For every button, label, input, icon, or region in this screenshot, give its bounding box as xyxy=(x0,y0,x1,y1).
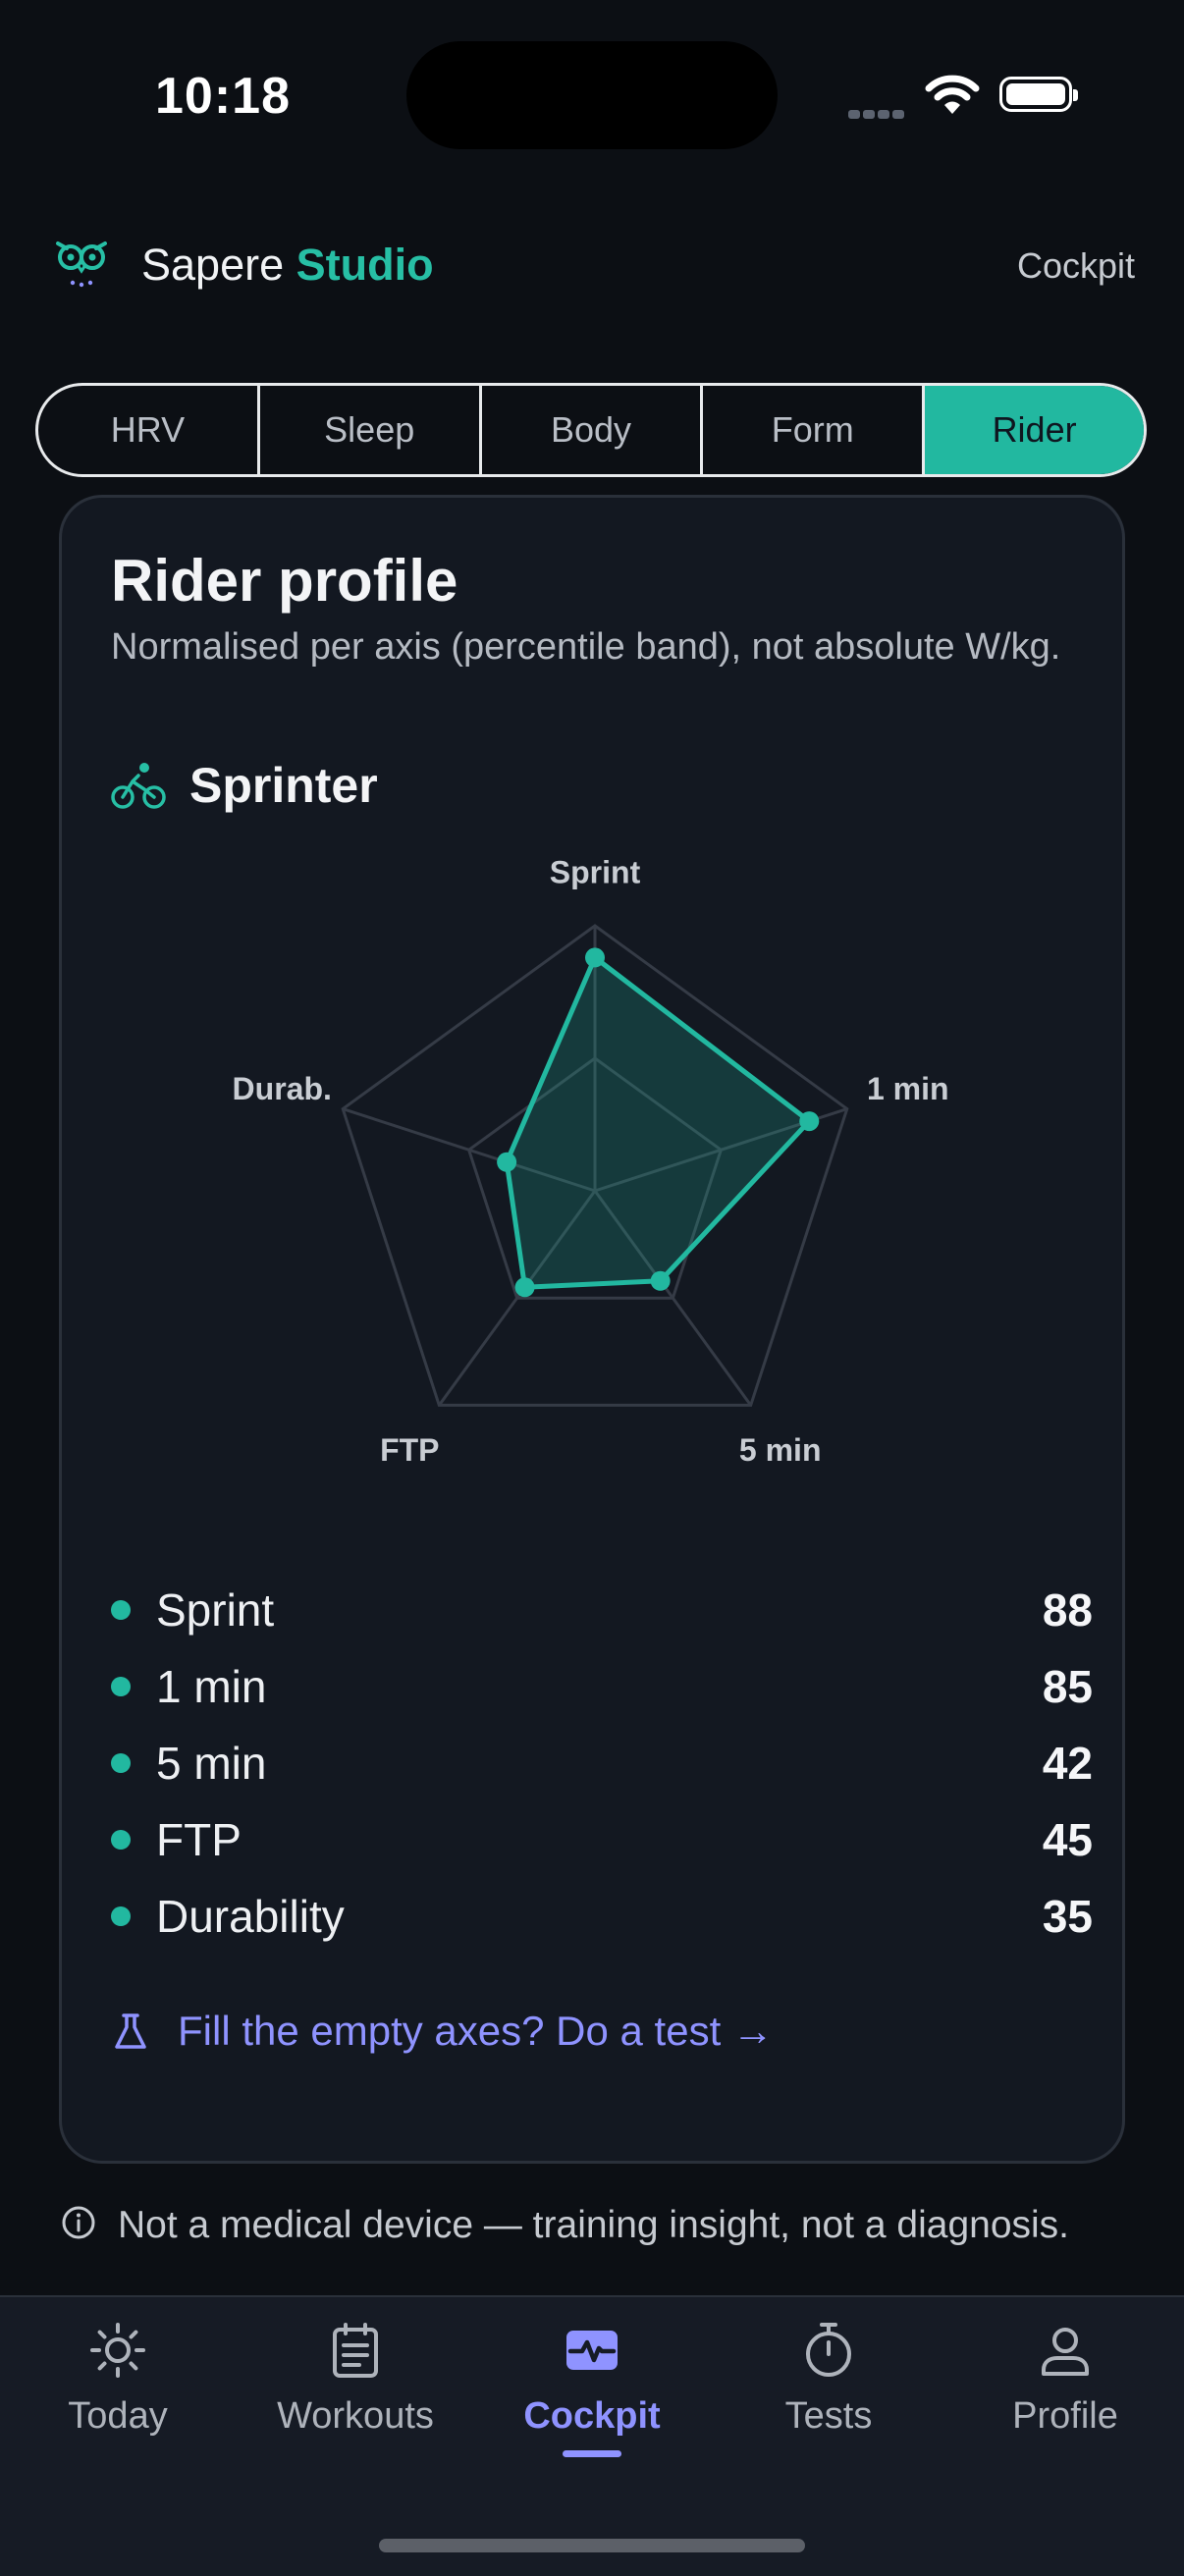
metrics-list: Sprint 88 1 min 85 5 min 42 FTP 45 Durab… xyxy=(111,1578,1093,1960)
nav-cockpit[interactable]: Cockpit xyxy=(494,2319,690,2438)
nav-label: Tests xyxy=(784,2395,873,2437)
app-brand: Sapere Studio xyxy=(141,240,434,291)
nav-profile[interactable]: Profile xyxy=(967,2319,1163,2438)
status-bar: 10:18 xyxy=(0,0,1184,196)
owl-logo-icon xyxy=(56,242,107,288)
battery-icon xyxy=(999,77,1078,112)
brand-accent: Studio xyxy=(296,240,434,290)
metric-row: Durability 35 xyxy=(111,1884,1093,1960)
nav-label: Workouts xyxy=(277,2395,434,2437)
do-a-test-label: Fill the empty axes? Do a test → xyxy=(178,2008,774,2054)
metric-value: 42 xyxy=(1042,1738,1093,1789)
tab-rider[interactable]: Rider xyxy=(925,386,1144,474)
active-tab-indicator xyxy=(563,2450,621,2457)
wifi-icon xyxy=(925,75,980,114)
metric-row: 5 min 42 xyxy=(111,1731,1093,1807)
signal-icon xyxy=(848,106,907,124)
radar-axis-label: Durab. xyxy=(233,1071,332,1106)
metric-name: FTP xyxy=(156,1814,242,1865)
metric-dot xyxy=(111,1830,131,1850)
brand-name: Sapere xyxy=(141,240,285,290)
tab-sleep[interactable]: Sleep xyxy=(260,386,482,474)
activity-icon xyxy=(566,2331,618,2370)
bottom-tab-bar: Today Workouts Cockpit Tests Profile xyxy=(0,2295,1184,2576)
radar-point xyxy=(497,1152,517,1172)
tab-form[interactable]: Form xyxy=(703,386,926,474)
clipboard-icon xyxy=(333,2323,378,2378)
radar-chart: Sprint 1 min 5 min FTP Durab. xyxy=(233,854,949,1468)
metric-name: Durability xyxy=(156,1891,345,1942)
metric-dot xyxy=(111,1600,131,1620)
radar-point xyxy=(514,1277,535,1298)
metric-value: 35 xyxy=(1042,1891,1093,1942)
metric-row: FTP 45 xyxy=(111,1807,1093,1884)
metric-name: Sprint xyxy=(156,1584,275,1636)
nav-label: Profile xyxy=(1012,2395,1118,2437)
metric-dot xyxy=(111,1677,131,1696)
radar-axis-label: 1 min xyxy=(867,1071,949,1106)
nav-workouts[interactable]: Workouts xyxy=(257,2319,454,2438)
status-time: 10:18 xyxy=(155,68,291,125)
metric-dot xyxy=(111,1906,131,1926)
segmented-tabs: HRV Sleep Body Form Rider xyxy=(35,383,1147,477)
radar-point xyxy=(799,1111,820,1132)
stopwatch-icon xyxy=(806,2323,851,2377)
radar-axis-label: Sprint xyxy=(550,854,641,889)
metric-value: 88 xyxy=(1042,1584,1093,1636)
do-a-test-link[interactable]: Fill the empty axes? Do a test → xyxy=(111,2008,774,2055)
rider-profile-card: Rider profile Normalised per axis (perce… xyxy=(59,495,1125,2164)
radar-point xyxy=(585,947,605,968)
metric-value: 45 xyxy=(1042,1814,1093,1865)
tab-hrv[interactable]: HRV xyxy=(38,386,260,474)
metric-value: 85 xyxy=(1042,1661,1093,1712)
dynamic-island xyxy=(406,41,778,149)
home-indicator xyxy=(379,2539,805,2552)
metric-row: Sprint 88 xyxy=(111,1578,1093,1654)
nav-tests[interactable]: Tests xyxy=(730,2319,927,2438)
nav-today[interactable]: Today xyxy=(20,2319,216,2438)
info-icon xyxy=(62,2206,95,2239)
person-icon xyxy=(1042,2328,1089,2376)
radar-axis-label: 5 min xyxy=(739,1432,822,1468)
radar-point xyxy=(650,1270,671,1291)
tab-body[interactable]: Body xyxy=(482,386,704,474)
metric-dot xyxy=(111,1753,131,1773)
metric-name: 1 min xyxy=(156,1661,267,1712)
header-cockpit-link[interactable]: Cockpit xyxy=(1017,245,1135,287)
nav-label: Cockpit xyxy=(523,2395,661,2437)
metric-row: 1 min 85 xyxy=(111,1654,1093,1731)
disclaimer-text: Not a medical device — training insight,… xyxy=(118,2204,1070,2246)
radar-axis-label: FTP xyxy=(380,1432,439,1468)
disclaimer: Not a medical device — training insight,… xyxy=(61,2199,1131,2252)
nav-label: Today xyxy=(68,2395,168,2437)
flask-icon xyxy=(115,2013,146,2049)
radar-series-area xyxy=(504,954,812,1290)
metric-name: 5 min xyxy=(156,1738,267,1789)
sun-icon xyxy=(90,2323,145,2378)
app-header: Sapere Studio Cockpit xyxy=(0,216,1184,314)
